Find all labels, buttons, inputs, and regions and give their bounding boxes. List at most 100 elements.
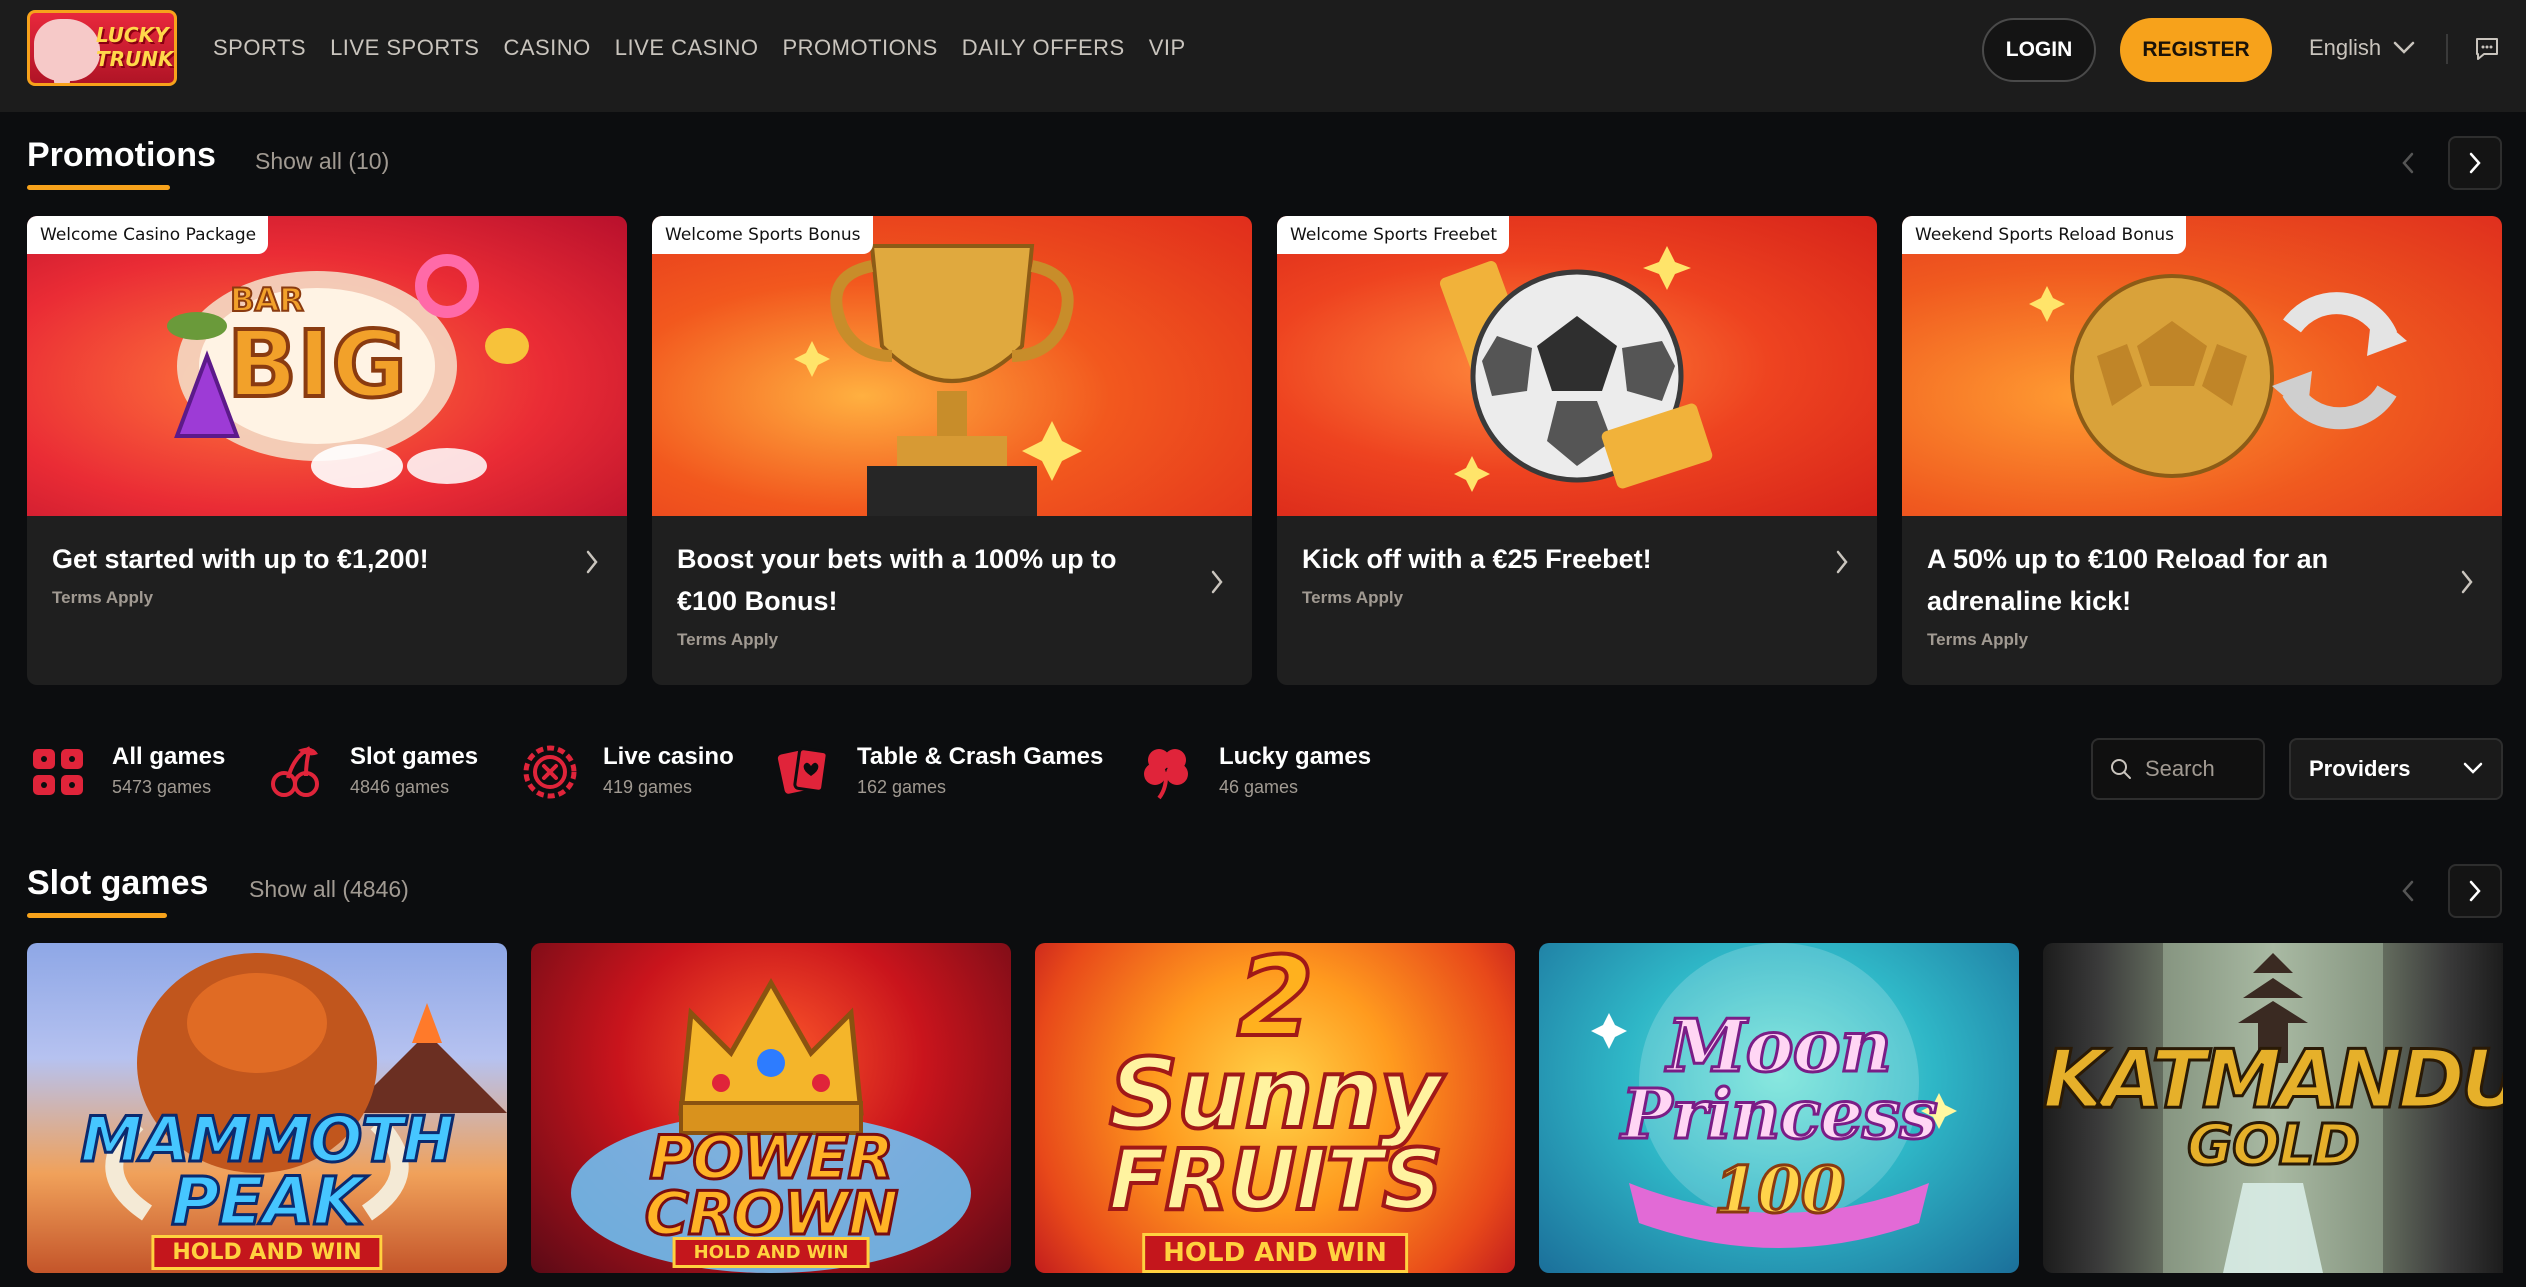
svg-text:BIG: BIG (227, 311, 407, 418)
category-live-casino[interactable]: Live casino 419 games (521, 742, 734, 800)
category-name: Live casino (603, 743, 734, 770)
promo-card-sports-bonus[interactable]: Welcome Sports Bonus Boost your bets wit… (652, 216, 1252, 685)
category-name: Lucky games (1219, 743, 1372, 770)
game-title-line3: 100 (1712, 1152, 1847, 1230)
slot-games-title: Slot games (27, 864, 209, 902)
gold-ball-illustration (2029, 274, 2407, 478)
category-all-games[interactable]: All games 5473 games (30, 742, 225, 800)
login-button[interactable]: LOGIN (1982, 18, 2096, 82)
nav-sports[interactable]: SPORTS (213, 32, 306, 64)
category-count: 419 games (603, 777, 693, 797)
game-tile-katmandu-gold[interactable]: KATMANDU GOLD (2043, 943, 2503, 1273)
grid-dice-icon (33, 749, 83, 795)
chevron-right-icon (2469, 152, 2481, 174)
chevron-down-icon (2393, 41, 2415, 54)
slots-next-button[interactable] (2448, 864, 2502, 918)
category-count: 46 games (1219, 777, 1299, 797)
roulette-icon (523, 745, 577, 799)
category-slot-games[interactable]: Slot games 4846 games (268, 742, 478, 800)
chat-icon[interactable] (2474, 36, 2500, 62)
providers-label: Providers (2309, 756, 2411, 781)
game-title-line2: GOLD (2186, 1112, 2362, 1180)
game-title-line2: FRUITS (1106, 1129, 1444, 1231)
category-lucky-games[interactable]: Lucky games 46 games (1137, 742, 1371, 800)
promo-tag: Welcome Casino Package (27, 216, 269, 254)
nav-vip[interactable]: VIP (1149, 32, 1186, 64)
slot-games-title-underline (27, 913, 167, 918)
category-count: 162 games (857, 777, 947, 797)
chevron-right-icon (2469, 880, 2481, 902)
promo-terms-link[interactable]: Terms Apply (52, 588, 153, 608)
promo-tag: Weekend Sports Reload Bonus (1902, 216, 2187, 254)
promo-card-casino-package[interactable]: BIG BAR Welcome Casino Package Get start… (27, 216, 627, 685)
slot-games-show-all-link[interactable]: Show all (4846) (249, 876, 409, 903)
promo-tag: Welcome Sports Freebet (1277, 216, 1510, 254)
search-icon (2111, 759, 2131, 779)
category-count: 5473 games (112, 777, 212, 797)
game-tile-mammoth-peak[interactable]: MAMMOTH PEAK HOLD AND WIN (27, 943, 507, 1273)
nav-live-casino[interactable]: LIVE CASINO (615, 32, 759, 64)
search-input[interactable] (2145, 756, 2255, 782)
promotions-title-underline (27, 185, 170, 190)
game-title-line2: PEAK (170, 1162, 366, 1242)
chevron-right-icon (586, 550, 598, 574)
promo-card-sports-freebet[interactable]: Welcome Sports Freebet Kick off with a €… (1277, 216, 1877, 685)
lucky-trunk-logo[interactable]: LUCKY TRUNK (27, 10, 177, 86)
chevron-right-icon (1836, 550, 1848, 574)
chevron-right-icon (2461, 570, 2473, 594)
svg-text:BAR: BAR (230, 281, 304, 319)
promo-title: Boost your bets with a 100% up to €100 B… (677, 544, 1117, 616)
promo-title: A 50% up to €100 Reload for an adrenalin… (1927, 544, 2329, 616)
nav-daily-offers[interactable]: DAILY OFFERS (962, 32, 1125, 64)
logo-text-line2: TRUNK (96, 47, 174, 71)
providers-dropdown[interactable]: Providers (2289, 738, 2503, 800)
chevron-left-icon (2402, 880, 2414, 902)
category-count: 4846 games (350, 777, 450, 797)
cherries-icon (271, 746, 319, 797)
game-badge: HOLD AND WIN (1142, 1233, 1408, 1273)
chevron-left-icon (2402, 152, 2414, 174)
game-badge: HOLD AND WIN (672, 1237, 870, 1268)
promo-title: Get started with up to €1,200! (52, 544, 429, 574)
game-tile-moon-princess[interactable]: Moon Princess 100 (1539, 943, 2019, 1273)
trophy-illustration (794, 244, 1082, 516)
clover-icon (1144, 749, 1188, 800)
search-field[interactable] (2091, 738, 2265, 800)
language-selector[interactable]: English (2309, 32, 2415, 64)
promo-card-weekend-reload[interactable]: Weekend Sports Reload Bonus A 50% up to … (1902, 216, 2502, 685)
game-tile-sunny-fruits[interactable]: 2 Sunny FRUITS HOLD AND WIN (1035, 943, 1515, 1273)
nav-promotions[interactable]: PROMOTIONS (782, 32, 937, 64)
promo-image-soccer-ball (1277, 216, 1877, 516)
logo-text-line1: LUCKY (96, 23, 169, 47)
promo-title: Kick off with a €25 Freebet! (1302, 544, 1652, 574)
cards-icon (777, 747, 829, 794)
chevron-right-icon (1211, 570, 1223, 594)
promo-image-trophy (652, 216, 1252, 516)
category-name: Table & Crash Games (857, 743, 1104, 770)
promo-terms-link[interactable]: Terms Apply (677, 630, 778, 650)
nav-casino[interactable]: CASINO (503, 32, 590, 64)
promo-terms-link[interactable]: Terms Apply (1302, 588, 1403, 608)
game-tile-power-crown[interactable]: POWER CROWN HOLD AND WIN (531, 943, 1011, 1273)
main-nav: SPORTS LIVE SPORTS CASINO LIVE CASINO PR… (213, 32, 1210, 64)
game-title-line2: Princess (1620, 1074, 1939, 1157)
logo-text: LUCKY TRUNK (96, 23, 174, 71)
slots-prev-button[interactable] (2393, 876, 2423, 906)
chevron-down-icon (2463, 762, 2483, 774)
soccer-ball-illustration (1439, 246, 1713, 492)
nav-live-sports[interactable]: LIVE SPORTS (330, 32, 479, 64)
promotions-show-all-link[interactable]: Show all (10) (255, 148, 389, 175)
promo-terms-link[interactable]: Terms Apply (1927, 630, 2028, 650)
elephant-logo-icon (34, 19, 100, 83)
game-badge: HOLD AND WIN (151, 1235, 383, 1270)
promotions-prev-button[interactable] (2393, 148, 2423, 178)
category-name: Slot games (350, 743, 479, 770)
register-button[interactable]: REGISTER (2120, 18, 2272, 82)
promo-image-gold-ball (1902, 216, 2502, 516)
category-name: All games (112, 743, 226, 770)
header-divider (2446, 34, 2448, 64)
top-header: LUCKY TRUNK SPORTS LIVE SPORTS CASINO LI… (0, 0, 2526, 112)
big-win-illustration: BIG BAR (167, 254, 529, 488)
category-table-crash-games[interactable]: Table & Crash Games 162 games (775, 742, 1103, 800)
promotions-next-button[interactable] (2448, 136, 2502, 190)
